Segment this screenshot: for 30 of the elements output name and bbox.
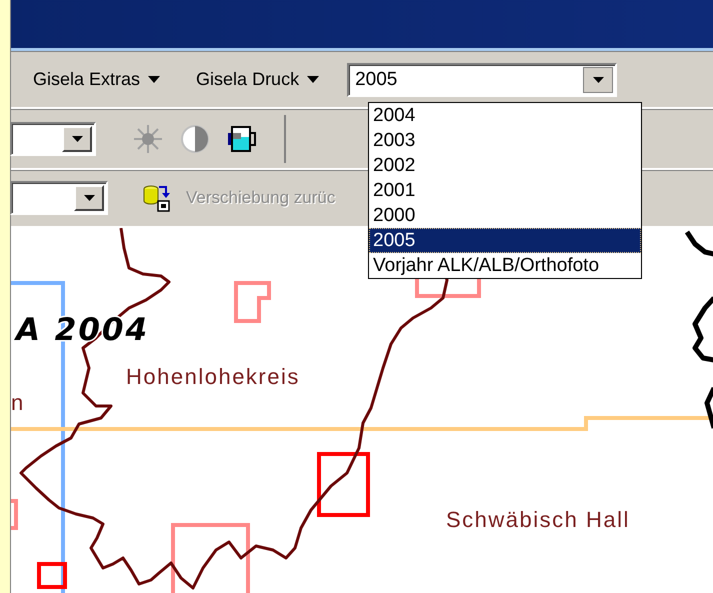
menu-button[interactable]: Gisela Extras <box>21 65 172 94</box>
dropdown-option[interactable]: 2005 <box>369 228 641 253</box>
contrast-icon[interactable] <box>180 124 210 154</box>
mug-icon[interactable] <box>226 123 258 155</box>
dropdown-option[interactable]: Vorjahr ALK/ALB/Orthofoto <box>369 253 641 278</box>
dropdown-option[interactable]: 2004 <box>369 103 641 128</box>
caret-icon <box>592 76 604 83</box>
dropdown-option[interactable]: 2001 <box>369 178 641 203</box>
caret-icon <box>84 195 94 202</box>
map-tile <box>317 452 370 517</box>
caret-icon <box>148 76 160 84</box>
menu-button[interactable]: Gisela Druck <box>184 65 332 94</box>
map-label: Schwäbisch Hall <box>446 507 630 532</box>
map-tile <box>415 278 481 298</box>
map-label: Hohenlohekreis <box>126 364 300 389</box>
dropdown-value: 2005 <box>354 68 398 91</box>
dropdown-arrow-button[interactable] <box>583 66 614 93</box>
year-dropdown[interactable]: 2005 <box>347 62 618 97</box>
map-label: n <box>11 390 25 415</box>
dropdown-option[interactable]: 2002 <box>369 153 641 178</box>
map-tile <box>11 499 18 530</box>
dropdown-field[interactable] <box>10 181 108 216</box>
database-icon <box>142 183 172 214</box>
caret-icon <box>72 136 82 142</box>
map-tile <box>234 281 271 323</box>
dropdown-option[interactable]: 2003 <box>369 128 641 153</box>
dropdown-option[interactable]: 2000 <box>369 203 641 228</box>
dropdown-field[interactable] <box>10 122 96 156</box>
map-tile <box>37 562 67 589</box>
caret-icon <box>307 76 320 84</box>
